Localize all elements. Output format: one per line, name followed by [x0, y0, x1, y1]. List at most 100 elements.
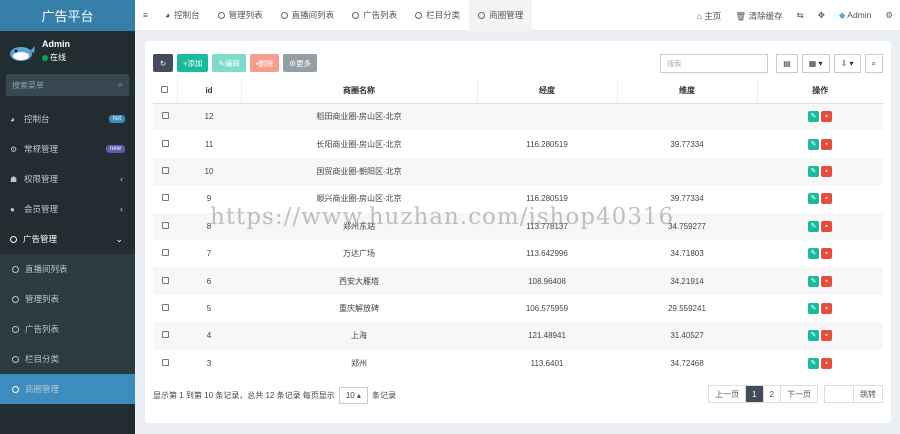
- settings-button[interactable]: ⚙: [878, 10, 900, 21]
- row-delete-button[interactable]: ▪: [821, 330, 832, 342]
- tab-ad-list[interactable]: 广告列表: [343, 0, 406, 31]
- select-all-cell[interactable]: [153, 79, 178, 104]
- cell-actions: ✎ ▪: [757, 295, 883, 322]
- home-link[interactable]: ⌂ 主页: [690, 10, 729, 22]
- row-select-cell[interactable]: [153, 350, 177, 377]
- menu-search-input[interactable]: 搜索菜单 ⌕: [6, 74, 129, 96]
- row-delete-button[interactable]: ▪: [821, 165, 832, 177]
- language-button[interactable]: ⇆: [790, 10, 811, 21]
- row-checkbox[interactable]: [161, 358, 169, 366]
- tab-category[interactable]: 栏目分类: [406, 0, 469, 31]
- delete-button[interactable]: ▪ 删除: [249, 54, 280, 72]
- user-menu[interactable]: ◆ Admin: [832, 10, 879, 21]
- row-checkbox[interactable]: [161, 166, 169, 174]
- row-select-cell[interactable]: [153, 295, 177, 322]
- column-header-id[interactable]: id: [177, 79, 242, 104]
- columns-button[interactable]: ▦ ▾: [801, 54, 830, 73]
- sidebar-subitem-live-rooms[interactable]: 直播间列表: [0, 254, 135, 284]
- select-all-checkbox[interactable]: [161, 86, 169, 94]
- row-checkbox[interactable]: [161, 303, 169, 311]
- row-select-cell[interactable]: [153, 240, 177, 267]
- sidebar-subitem-manage-list[interactable]: 管理列表: [0, 284, 135, 314]
- fullscreen-button[interactable]: ✥: [811, 10, 832, 21]
- table-row[interactable]: 4 上海 121.48941 31.40527 ✎ ▪: [153, 322, 883, 350]
- jump-page-input[interactable]: [824, 385, 854, 403]
- tab-dashboard[interactable]: ◕ 控制台: [156, 0, 209, 31]
- advanced-search-button[interactable]: ⌕: [864, 54, 883, 73]
- table-row[interactable]: 6 西安大雁塔 108.96408 34.21914 ✎ ▪: [153, 267, 883, 295]
- row-edit-button[interactable]: ✎: [808, 111, 819, 123]
- column-header-lng[interactable]: 经度: [477, 79, 618, 104]
- app-title[interactable]: 广告平台: [0, 0, 135, 31]
- row-edit-button[interactable]: ✎: [808, 138, 819, 150]
- sidebar-item-permission[interactable]: ☗ 权限管理 ‹: [0, 164, 135, 194]
- sidebar-item-general[interactable]: ⚙ 常规管理 new: [0, 134, 135, 164]
- row-checkbox[interactable]: [161, 276, 169, 284]
- row-delete-button[interactable]: ▪: [821, 111, 832, 123]
- row-select-cell[interactable]: [153, 103, 177, 131]
- add-button[interactable]: + 添加: [177, 54, 209, 72]
- table-row[interactable]: 12 稻田商业圈-房山区-北京 ✎ ▪: [153, 103, 883, 131]
- row-checkbox[interactable]: [161, 194, 169, 202]
- table-row[interactable]: 3 郑州 113.6401 34.72468 ✎ ▪: [153, 350, 883, 377]
- sidebar-item-ads[interactable]: 广告管理 ⌄: [0, 224, 135, 254]
- row-delete-button[interactable]: ▪: [821, 357, 832, 369]
- export-button[interactable]: ⇩ ▾: [833, 54, 861, 73]
- pencil-icon: ✎: [810, 332, 817, 340]
- page-1-button[interactable]: 1: [745, 385, 764, 403]
- row-checkbox[interactable]: [161, 221, 169, 229]
- table-search-input[interactable]: 搜索: [660, 54, 769, 73]
- sidebar-item-member[interactable]: ● 会员管理 ‹: [0, 194, 135, 224]
- refresh-button[interactable]: ↻: [153, 54, 173, 72]
- row-select-cell[interactable]: [153, 322, 177, 350]
- row-edit-button[interactable]: ✎: [808, 193, 819, 205]
- sidebar-item-dashboard[interactable]: ◕ 控制台 hot: [0, 104, 135, 134]
- table-row[interactable]: 5 重庆解放碑 106.575959 29.559241 ✎ ▪: [153, 295, 883, 322]
- column-header-name[interactable]: 商圈名称: [241, 79, 478, 104]
- row-delete-button[interactable]: ▪: [821, 248, 832, 260]
- page-2-button[interactable]: 2: [762, 385, 781, 403]
- row-delete-button[interactable]: ▪: [821, 138, 832, 150]
- toggle-view-button[interactable]: ▤: [776, 54, 798, 73]
- column-header-lat[interactable]: 维度: [617, 79, 758, 104]
- row-checkbox[interactable]: [161, 331, 169, 339]
- row-select-cell[interactable]: [153, 130, 177, 157]
- row-edit-button[interactable]: ✎: [808, 165, 819, 177]
- table-row[interactable]: 10 国贸商业圈-朝阳区-北京 ✎ ▪: [153, 157, 883, 186]
- row-edit-button[interactable]: ✎: [808, 220, 819, 232]
- page-size-select[interactable]: 10 ▴: [338, 387, 368, 404]
- sidebar-subitem-category[interactable]: 栏目分类: [0, 344, 135, 374]
- row-edit-button[interactable]: ✎: [808, 330, 819, 342]
- sidebar-subitem-business-district[interactable]: 商圈管理: [0, 374, 135, 404]
- tab-live-rooms[interactable]: 直播间列表: [272, 0, 344, 31]
- table-row[interactable]: 7 万达广场 113.642996 34.71803 ✎ ▪: [153, 240, 883, 267]
- clear-cache-button[interactable]: 🗑 清除缓存: [728, 10, 789, 22]
- trash-icon: ▪: [825, 140, 828, 148]
- row-select-cell[interactable]: [153, 157, 177, 186]
- row-select-cell[interactable]: [153, 185, 177, 212]
- row-edit-button[interactable]: ✎: [808, 275, 819, 287]
- row-delete-button[interactable]: ▪: [821, 302, 832, 314]
- tab-manage-list[interactable]: 管理列表: [209, 0, 272, 31]
- table-row[interactable]: 11 长阳商业圈-房山区-北京 116.280519 39.77334 ✎ ▪: [153, 130, 883, 157]
- pencil-icon: ✎: [810, 359, 817, 367]
- row-select-cell[interactable]: [153, 267, 177, 295]
- row-edit-button[interactable]: ✎: [808, 248, 819, 260]
- jump-button[interactable]: 跳转: [853, 385, 883, 403]
- row-checkbox[interactable]: [161, 112, 169, 120]
- sidebar-toggle-button[interactable]: ≡: [135, 0, 156, 31]
- next-page-button[interactable]: 下一页: [780, 385, 818, 403]
- tab-business-district[interactable]: 商圈管理: [469, 0, 533, 31]
- row-edit-button[interactable]: ✎: [808, 357, 819, 369]
- row-delete-button[interactable]: ▪: [821, 275, 832, 287]
- row-edit-button[interactable]: ✎: [808, 302, 819, 314]
- sidebar-subitem-ad-list[interactable]: 广告列表: [0, 314, 135, 344]
- edit-button[interactable]: ✎ 编辑: [212, 54, 246, 72]
- prev-page-button[interactable]: 上一页: [708, 385, 747, 403]
- row-checkbox[interactable]: [161, 249, 169, 257]
- more-button[interactable]: ⚙ 更多: [283, 54, 318, 72]
- row-select-cell[interactable]: [153, 212, 177, 240]
- row-delete-button[interactable]: ▪: [821, 193, 832, 205]
- row-checkbox[interactable]: [161, 139, 169, 147]
- row-delete-button[interactable]: ▪: [821, 220, 832, 232]
